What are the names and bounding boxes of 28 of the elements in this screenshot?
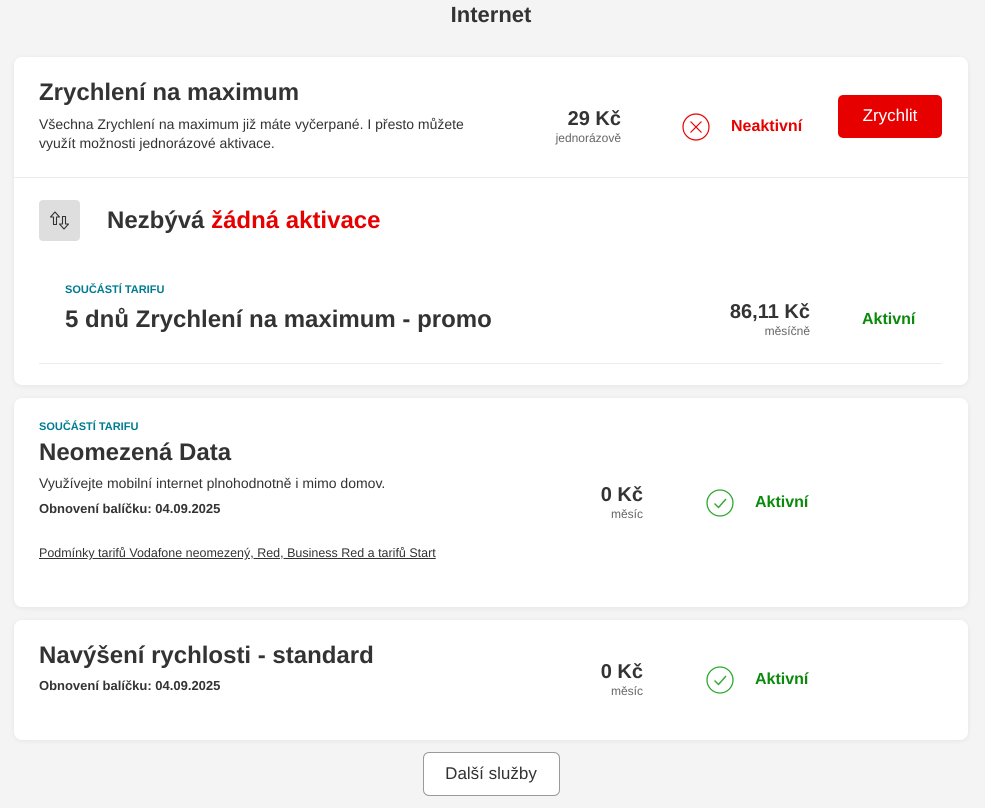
card-title: Neomezená Data — [39, 439, 232, 467]
tariff-tag: SOUČÁSTÍ TARIFU — [39, 421, 138, 433]
status-label: Aktivní — [862, 310, 916, 330]
price: 86,11 Kč — [730, 301, 810, 323]
activate-button[interactable]: Zrychlit — [838, 94, 942, 138]
price-period: měsíčně — [764, 323, 810, 339]
swap-arrows-icon — [39, 200, 80, 241]
more-services-button[interactable]: Další služby — [422, 752, 560, 796]
status-label: Aktivní — [755, 492, 808, 512]
price-period: měsíc — [610, 506, 643, 522]
price-period: jednorázově — [556, 130, 621, 146]
card-title: Zrychlení na maximum — [39, 79, 300, 107]
renewal-date: Obnovení balíčku: 04.09.2025 — [39, 500, 220, 518]
terms-link[interactable]: Podmínky tarifů Vodafone neomezený, Red, Business Red a tarifů Start — [39, 544, 436, 562]
status-label: Aktivní — [755, 670, 808, 690]
price: 29 Kč — [568, 108, 621, 130]
price: 0 Kč — [600, 661, 643, 683]
renewal-date: Obnovení balíčku: 04.09.2025 — [39, 677, 220, 695]
price: 0 Kč — [600, 484, 643, 506]
price-period: měsíc — [610, 683, 643, 699]
card-title: Navýšení rychlosti - standard — [39, 642, 374, 670]
page-title: Internet — [450, 1, 532, 28]
status-label: Neaktivní — [731, 117, 802, 137]
tariff-tag: SOUČÁSTÍ TARIFU — [65, 284, 164, 296]
package-title: 5 dnů Zrychlení na maximum - promo — [65, 306, 492, 334]
description: Využívejte mobilní internet plnohodnotně i mimo domov. — [39, 474, 386, 493]
description: Všechna Zrychlení na maximum již máte vyčerpané. I přesto můžete využít možnosti jednorázové aktivace. — [39, 115, 465, 153]
notice-heading: Nezbývá žádná aktivace — [107, 206, 380, 234]
